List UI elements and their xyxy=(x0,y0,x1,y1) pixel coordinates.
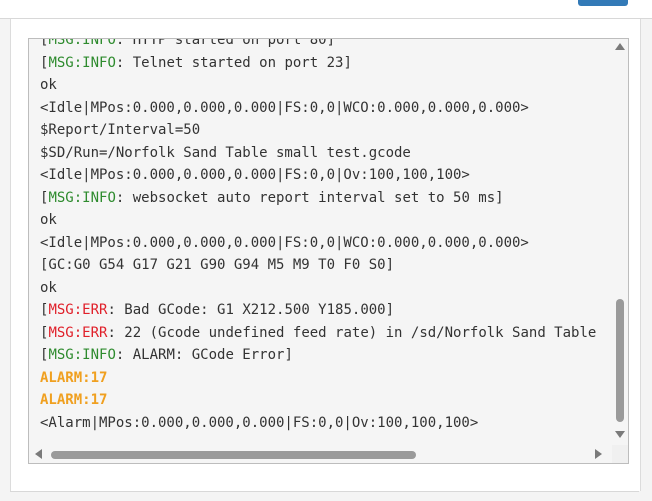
console-line: [MSG:ERR: Bad GCode: G1 X212.500 Y185.00… xyxy=(40,299,612,322)
top-action-button[interactable] xyxy=(578,0,628,6)
line-text: : Telnet started on port 23] xyxy=(115,54,352,71)
console-line: <Idle|MPos:0.000,0.000,0.000|FS:0,0|Ov:1… xyxy=(40,164,612,187)
vertical-scrollbar[interactable] xyxy=(612,39,628,445)
scroll-right-icon[interactable] xyxy=(595,449,602,459)
message-tag: MSG:INFO xyxy=(48,347,116,363)
message-tag: MSG:INFO xyxy=(48,54,116,71)
console-line: ALARM:17 xyxy=(40,367,612,390)
console-line: [MSG:INFO: HTTP started on port 80] xyxy=(40,38,612,52)
line-text: [GC:G0 G54 G17 G21 G90 G94 M5 M9 T0 F0 S… xyxy=(40,257,395,273)
line-text: $SD/Run=/Norfolk Sand Table small test.g… xyxy=(40,144,411,161)
console-line: [MSG:INFO: Telnet started on port 23] xyxy=(40,52,612,75)
console-output[interactable]: [MSG:INFO: HTTP started on port 80] [MSG:… xyxy=(28,38,629,464)
console-line: <Idle|MPos:0.000,0.000,0.000|FS:0,0|WCO:… xyxy=(40,97,612,120)
console-lines: [MSG:INFO: HTTP started on port 80] [MSG:… xyxy=(40,38,612,435)
console-line: [MSG:ERR: 22 (Gcode undefined feed rate)… xyxy=(40,322,612,345)
line-text: : 22 (Gcode undefined feed rate) in /sd/… xyxy=(107,324,597,341)
line-text: : websocket auto report interval set to … xyxy=(115,189,504,206)
console-line: <Idle|MPos:0.000,0.000,0.000|FS:0,0|WCO:… xyxy=(40,232,612,255)
line-text: : Bad GCode: G1 X212.500 Y185.000] xyxy=(107,302,395,318)
console-line: ALARM:17 xyxy=(40,389,612,412)
console-line: ok xyxy=(40,209,612,232)
line-text: <Idle|MPos:0.000,0.000,0.000|FS:0,0|Ov:1… xyxy=(40,167,470,183)
line-text: ok xyxy=(40,77,57,93)
top-bar xyxy=(0,0,652,19)
message-tag: MSG:INFO xyxy=(48,38,116,48)
line-text: <Idle|MPos:0.000,0.000,0.000|FS:0,0|WCO:… xyxy=(40,234,529,251)
scroll-up-icon[interactable] xyxy=(615,43,625,50)
console-line: <Alarm|MPos:0.000,0.000,0.000|FS:0,0|Ov:… xyxy=(40,412,612,435)
line-text: <Alarm|MPos:0.000,0.000,0.000|FS:0,0|Ov:… xyxy=(40,414,479,431)
message-tag: ALARM:17 xyxy=(40,369,108,386)
message-tag: ALARM:17 xyxy=(40,392,108,408)
console-line: ok xyxy=(40,277,612,300)
console-line: $SD/Run=/Norfolk Sand Table small test.g… xyxy=(40,142,612,165)
scroll-down-icon[interactable] xyxy=(615,431,625,438)
line-text: ok xyxy=(40,279,57,296)
horizontal-scroll-thumb[interactable] xyxy=(51,451,416,459)
message-tag: MSG:INFO xyxy=(48,189,116,206)
message-tag: MSG:ERR xyxy=(48,324,108,341)
line-text: <Idle|MPos:0.000,0.000,0.000|FS:0,0|WCO:… xyxy=(40,99,529,116)
console-line: ok xyxy=(40,74,612,97)
console-line: [MSG:INFO: ALARM: GCode Error] xyxy=(40,344,612,367)
line-text: ok xyxy=(40,212,57,228)
console-line: $Report/Interval=50 xyxy=(40,119,612,142)
line-text: : ALARM: GCode Error] xyxy=(115,347,293,363)
line-text: : HTTP started on port 80] xyxy=(115,38,336,48)
horizontal-scrollbar[interactable] xyxy=(29,445,612,463)
scroll-left-icon[interactable] xyxy=(35,449,42,459)
scrollbar-corner xyxy=(612,445,628,463)
message-tag: MSG:ERR xyxy=(48,302,108,318)
console-line: [GC:G0 G54 G17 G21 G90 G94 M5 M9 T0 F0 S… xyxy=(40,254,612,277)
vertical-scroll-thumb[interactable] xyxy=(616,299,624,422)
line-text: $Report/Interval=50 xyxy=(40,122,201,138)
console-line: [MSG:INFO: websocket auto report interva… xyxy=(40,187,612,210)
